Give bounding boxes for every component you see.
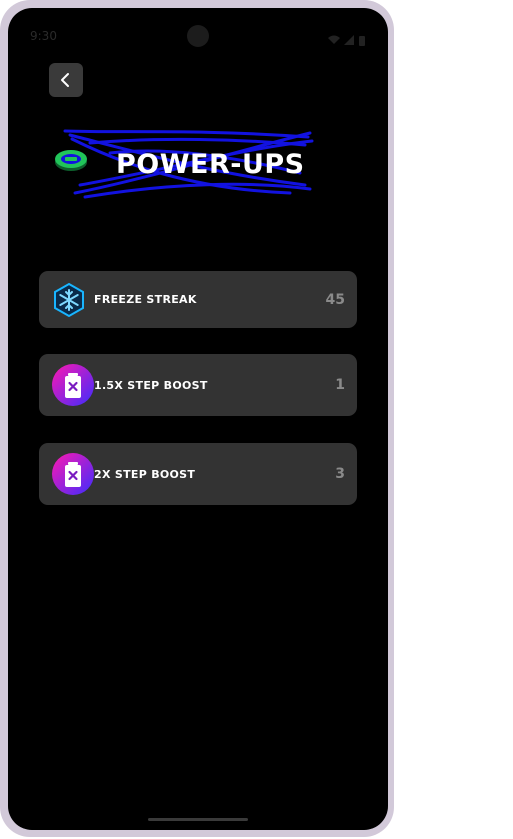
page-title: POWER-UPS — [116, 149, 305, 180]
powerup-label: 2X STEP BOOST — [94, 467, 196, 481]
battery-boost-icon — [52, 453, 94, 495]
powerup-card-freeze-streak[interactable]: FREEZE STREAK 45 — [39, 271, 357, 328]
battery-icon — [359, 36, 365, 46]
snowflake-icon — [54, 282, 84, 317]
powerup-count: 3 — [335, 466, 345, 482]
home-indicator[interactable] — [148, 818, 248, 821]
powerup-label: 1.5X STEP BOOST — [94, 378, 208, 392]
powerup-card-2x-step-boost[interactable]: 2X STEP BOOST 3 — [39, 443, 357, 505]
phone-frame: 9:30 POWER-UPS FREEZE STREAK 45 1.5X STE… — [0, 0, 394, 837]
powerup-count: 1 — [335, 377, 345, 393]
chevron-left-icon — [61, 73, 69, 87]
camera-cutout — [187, 25, 209, 47]
app-screen: 9:30 POWER-UPS FREEZE STREAK 45 1.5X STE… — [8, 8, 388, 830]
signal-icon — [344, 35, 354, 45]
page-header: POWER-UPS — [50, 123, 320, 203]
status-icons — [328, 35, 365, 46]
powerup-label: FREEZE STREAK — [94, 293, 197, 306]
battery-boost-icon — [52, 364, 94, 406]
wifi-icon — [328, 35, 340, 44]
coin-icon — [55, 150, 87, 171]
powerup-count: 45 — [325, 291, 345, 308]
back-button[interactable] — [49, 63, 83, 97]
powerup-card-1-5x-step-boost[interactable]: 1.5X STEP BOOST 1 — [39, 354, 357, 416]
status-time: 9:30 — [30, 29, 57, 43]
